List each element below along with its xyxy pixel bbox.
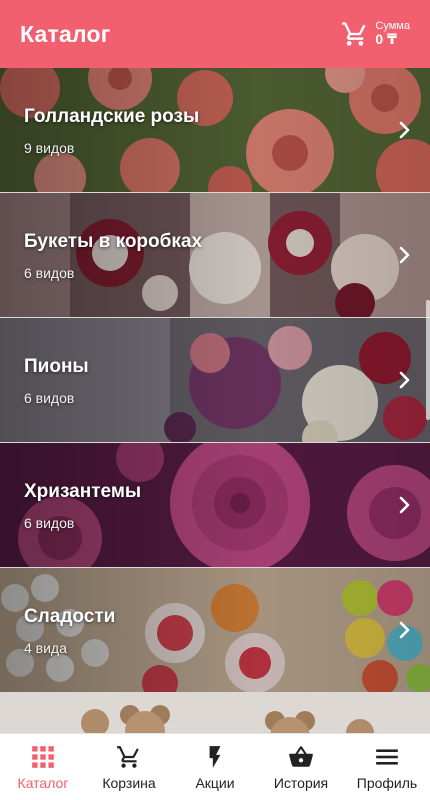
chevron-right-icon: [399, 246, 410, 264]
nav-label: Каталог: [17, 774, 69, 791]
nav-item-promotions[interactable]: Акции: [172, 734, 258, 800]
chevron-right-icon: [399, 371, 410, 389]
bottom-navigation: Каталог Корзина Акции История Профиль: [0, 733, 430, 800]
lightning-icon: [209, 745, 221, 768]
category-item[interactable]: Сладости 4 вида: [0, 568, 430, 693]
category-count: 4 вида: [24, 640, 67, 656]
app-header: Каталог Сумма 0 ₸: [0, 0, 430, 68]
nav-item-cart[interactable]: Корзина: [86, 734, 172, 800]
category-title: Пионы: [24, 356, 89, 377]
nav-label: Профиль: [356, 774, 418, 791]
nav-label: Акции: [195, 774, 235, 791]
basket-icon: [289, 745, 313, 767]
menu-icon: [376, 748, 398, 765]
category-item[interactable]: Голландские розы 9 видов: [0, 68, 430, 193]
nav-item-profile[interactable]: Профиль: [344, 734, 430, 800]
category-title: Голландские розы: [24, 106, 200, 127]
category-item[interactable]: [0, 693, 430, 733]
cart-sum-button[interactable]: Сумма 0 ₸: [341, 20, 410, 48]
catalog-screen: Каталог Сумма 0 ₸ Голландские розы 9 вид…: [0, 0, 430, 800]
scrollbar-thumb[interactable]: [426, 300, 430, 420]
category-item[interactable]: Хризантемы 6 видов: [0, 443, 430, 568]
category-item[interactable]: Пионы 6 видов: [0, 318, 430, 443]
sum-value: 0 ₸: [375, 31, 397, 48]
grid-icon: [32, 745, 54, 768]
chevron-right-icon: [399, 621, 410, 639]
nav-label: Корзина: [102, 774, 156, 791]
cart-icon: [117, 745, 139, 768]
nav-label: История: [273, 774, 329, 791]
cart-icon: [342, 22, 366, 46]
category-title: Букеты в коробках: [24, 231, 203, 252]
nav-item-catalog[interactable]: Каталог: [0, 734, 86, 800]
category-count: 6 видов: [24, 515, 75, 531]
page-title: Каталог: [20, 20, 111, 47]
chevron-right-icon: [399, 121, 410, 139]
category-item[interactable]: Букеты в коробках 6 видов: [0, 193, 430, 318]
category-count: 9 видов: [24, 140, 75, 156]
category-list[interactable]: Голландские розы 9 видов Букеты в коробк…: [0, 68, 430, 733]
category-count: 6 видов: [24, 265, 75, 281]
category-title: Сладости: [24, 606, 116, 627]
category-count: 6 видов: [24, 390, 75, 406]
nav-item-history[interactable]: История: [258, 734, 344, 800]
chevron-right-icon: [399, 496, 410, 514]
category-title: Хризантемы: [24, 481, 142, 502]
